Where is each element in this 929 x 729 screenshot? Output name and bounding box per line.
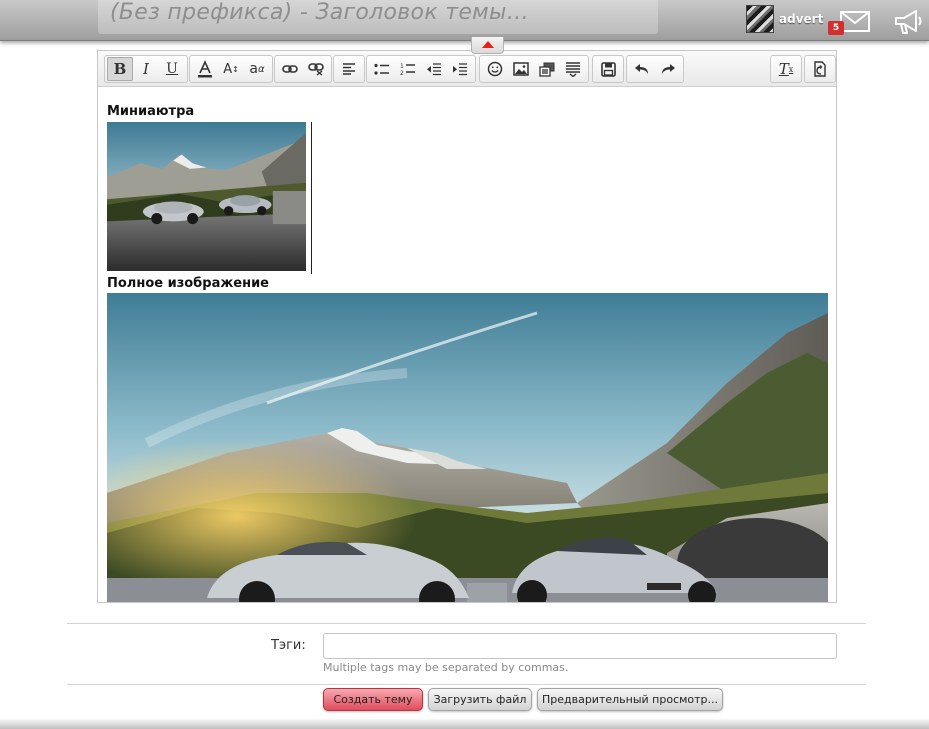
image-icon[interactable]: [508, 57, 534, 81]
text-caret: [311, 122, 312, 274]
upload-file-button[interactable]: Загрузить файл: [428, 688, 532, 711]
text-color-icon[interactable]: [192, 57, 218, 81]
rich-text-editor[interactable]: B I U A ↕ aα 1 2 T x Миниаютра Полное из…: [97, 50, 837, 603]
align-left-icon[interactable]: [336, 57, 362, 81]
preview-button[interactable]: Предварительный просмотр...: [537, 688, 723, 711]
collapse-header-tab[interactable]: [471, 37, 504, 54]
remove-format-icon[interactable]: Tx: [773, 57, 799, 81]
link-icon[interactable]: [277, 57, 303, 81]
bullet-list-icon[interactable]: [369, 57, 395, 81]
toolbar-group-draft: [592, 55, 624, 83]
create-thread-button[interactable]: Создать тему: [323, 688, 423, 711]
undo-icon[interactable]: [629, 57, 655, 81]
toolbar-group-align: [333, 55, 365, 83]
toolbar-group-clear: Tx: [770, 55, 802, 83]
tags-label: Тэги:: [271, 638, 306, 653]
save-draft-icon[interactable]: [595, 57, 621, 81]
toolbar-group-history: [626, 55, 684, 83]
username-link[interactable]: advert: [779, 12, 823, 26]
divider-bottom: [67, 684, 866, 685]
page-bottom-shadow: [0, 718, 929, 729]
thread-title[interactable]: (Без префикса) - Заголовок темы…: [110, 0, 529, 25]
media-icon[interactable]: [534, 57, 560, 81]
toolbar-group-font: A ↕ aα: [189, 55, 273, 83]
notification-badge[interactable]: 5: [828, 21, 844, 35]
editor-toolbar: B I U A ↕ aα 1 2 T x: [98, 51, 836, 87]
svg-text:1: 1: [400, 63, 404, 70]
toggle-bbcode-icon[interactable]: [807, 57, 833, 81]
bold-icon[interactable]: B: [107, 57, 133, 81]
toolbar-group-source: [804, 55, 836, 83]
thumbnail-heading: Миниаютра: [107, 104, 195, 119]
numbered-list-icon[interactable]: 12: [395, 57, 421, 81]
svg-text:2: 2: [400, 70, 404, 76]
inbox-envelope-icon[interactable]: [840, 11, 870, 32]
smilie-icon[interactable]: [482, 57, 508, 81]
thumbnail-image[interactable]: [107, 122, 306, 271]
italic-icon[interactable]: I: [133, 57, 159, 81]
tags-hint: Multiple tags may be separated by commas…: [323, 661, 569, 674]
toolbar-group-style: B I U: [104, 55, 188, 83]
divider-top: [67, 623, 866, 624]
megaphone-icon[interactable]: [893, 8, 923, 36]
top-bar: (Без префикса) - Заголовок темы… advert …: [0, 0, 929, 41]
user-avatar[interactable]: [746, 5, 774, 33]
toolbar-group-insert: [479, 55, 589, 83]
unlink-icon[interactable]: [303, 57, 329, 81]
toolbar-group-lists: 12: [366, 55, 476, 83]
editor-content[interactable]: Миниаютра Полное изображение: [98, 88, 836, 602]
outdent-icon[interactable]: [421, 57, 447, 81]
full-size-image[interactable]: [107, 293, 828, 602]
font-size-icon[interactable]: A ↕: [218, 57, 244, 81]
tags-input[interactable]: [323, 633, 837, 659]
toolbar-group-link: [274, 55, 332, 83]
full-image-heading: Полное изображение: [107, 276, 269, 291]
underline-icon[interactable]: U: [159, 57, 185, 81]
indent-icon[interactable]: [447, 57, 473, 81]
insert-more-icon[interactable]: [560, 57, 586, 81]
font-family-icon[interactable]: aα: [244, 57, 270, 81]
redo-icon[interactable]: [655, 57, 681, 81]
arrow-up-icon: [482, 41, 494, 48]
